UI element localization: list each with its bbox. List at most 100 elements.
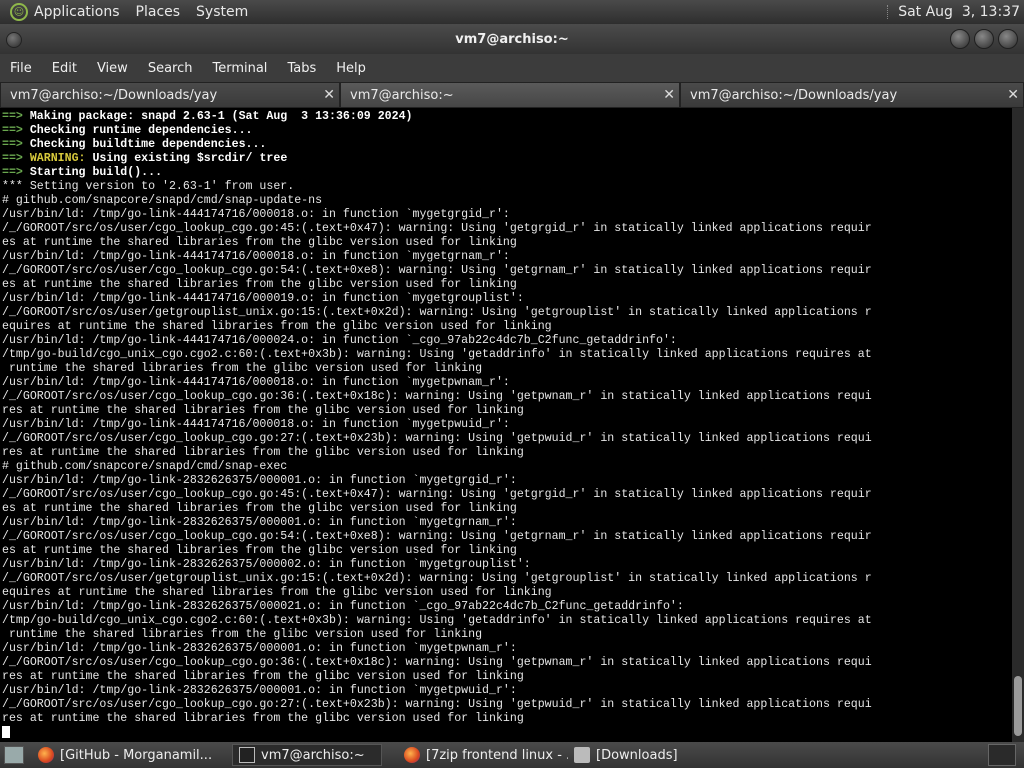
terminal-line: /usr/bin/ld: /tmp/go-link-444174716/0000…: [2, 376, 510, 389]
terminal-line: /_/GOROOT/src/os/user/cgo_lookup_cgo.go:…: [2, 432, 872, 445]
maximize-icon[interactable]: [974, 29, 994, 49]
terminal-line: res at runtime the shared libraries from…: [2, 446, 524, 459]
terminal-line: es at runtime the shared libraries from …: [2, 236, 517, 249]
terminal-text: ==> Making package: snapd 2.63-1 (Sat Au…: [0, 108, 1012, 726]
terminal-line: equires at runtime the shared libraries …: [2, 586, 552, 599]
terminal-line: /_/GOROOT/src/os/user/cgo_lookup_cgo.go:…: [2, 488, 872, 501]
prompt-arrow: ==>: [2, 110, 30, 123]
terminal-line: /_/GOROOT/src/os/user/getgrouplist_unix.…: [2, 306, 872, 319]
terminal-line: /usr/bin/ld: /tmp/go-link-444174716/0000…: [2, 292, 524, 305]
status-text: Starting build()...: [29, 166, 163, 179]
panel-clock[interactable]: Sat Aug 3, 13:37: [898, 4, 1020, 20]
distro-logo-icon[interactable]: ☺: [10, 3, 28, 21]
terminal-line: /_/GOROOT/src/os/user/getgrouplist_unix.…: [2, 572, 872, 585]
firefox-icon: [404, 747, 420, 763]
terminal-line: /usr/bin/ld: /tmp/go-link-2832626375/000…: [2, 516, 517, 529]
terminal-line: res at runtime the shared libraries from…: [2, 670, 524, 683]
terminal-line: runtime the shared libraries from the gl…: [2, 362, 483, 375]
terminal-status-line: ==> WARNING: Using existing $srcdir/ tre…: [2, 152, 287, 165]
show-desktop-icon[interactable]: [4, 746, 24, 764]
tab-downloads-yay-2[interactable]: vm7@archiso:~/Downloads/yay ✕: [680, 82, 1024, 108]
terminal-line: /usr/bin/ld: /tmp/go-link-2832626375/000…: [2, 558, 531, 571]
terminal-line: es at runtime the shared libraries from …: [2, 544, 517, 557]
taskbar-item-label: [Downloads]: [596, 747, 678, 763]
terminal-icon: [239, 747, 255, 763]
prompt-arrow: ==>: [2, 166, 30, 179]
terminal-scrollbar[interactable]: [1012, 108, 1024, 742]
terminal-line: /_/GOROOT/src/os/user/cgo_lookup_cgo.go:…: [2, 390, 872, 403]
terminal-line: es at runtime the shared libraries from …: [2, 278, 517, 291]
terminal-line: /usr/bin/ld: /tmp/go-link-2832626375/000…: [2, 474, 517, 487]
terminal-line: equires at runtime the shared libraries …: [2, 320, 552, 333]
taskbar-item-label: [7zip frontend linux - ...: [426, 747, 568, 763]
terminal-line: *** Setting version to '2.63-1' from use…: [2, 180, 295, 193]
panel-separator: [887, 5, 890, 19]
folder-icon: [574, 747, 590, 763]
terminal-line: /_/GOROOT/src/os/user/cgo_lookup_cgo.go:…: [2, 698, 872, 711]
firefox-icon: [38, 747, 54, 763]
status-text: Making package: snapd 2.63-1 (Sat Aug 3 …: [29, 110, 413, 123]
status-text: Checking runtime dependencies...: [29, 124, 253, 137]
menu-search[interactable]: Search: [138, 61, 203, 76]
terminal-line: runtime the shared libraries from the gl…: [2, 628, 483, 641]
close-window-icon[interactable]: [998, 29, 1018, 49]
tray-terminal-icon[interactable]: [988, 744, 1016, 766]
tab-bar: vm7@archiso:~/Downloads/yay ✕ vm7@archis…: [0, 82, 1024, 108]
close-icon[interactable]: ✕: [663, 87, 675, 103]
scrollbar-thumb[interactable]: [1014, 676, 1022, 736]
prompt-arrow: ==>: [2, 124, 30, 137]
tab-downloads-yay-1[interactable]: vm7@archiso:~/Downloads/yay ✕: [0, 82, 340, 108]
terminal-line: /usr/bin/ld: /tmp/go-link-2832626375/000…: [2, 642, 517, 655]
tab-label: vm7@archiso:~: [350, 87, 454, 103]
tab-label: vm7@archiso:~/Downloads/yay: [10, 87, 218, 103]
minimize-icon[interactable]: [950, 29, 970, 49]
taskbar-item-github[interactable]: [GitHub - Morganamil...: [32, 744, 232, 766]
panel-menu-system[interactable]: System: [196, 4, 248, 20]
taskbar-item-terminal[interactable]: vm7@archiso:~: [232, 744, 382, 766]
terminal-line: /usr/bin/ld: /tmp/go-link-444174716/0000…: [2, 208, 510, 221]
terminal-line: /usr/bin/ld: /tmp/go-link-2832626375/000…: [2, 600, 684, 613]
terminal-line: es at runtime the shared libraries from …: [2, 502, 517, 515]
taskbar-item-label: vm7@archiso:~: [261, 747, 365, 763]
terminal-status-line: ==> Checking buildtime dependencies...: [2, 138, 266, 151]
terminal-status-line: ==> Starting build()...: [2, 166, 162, 179]
prompt-arrow: ==>: [2, 138, 30, 151]
terminal-line: /usr/bin/ld: /tmp/go-link-444174716/0000…: [2, 334, 677, 347]
menu-file[interactable]: File: [0, 61, 42, 76]
tab-label: vm7@archiso:~/Downloads/yay: [690, 87, 898, 103]
terminal-line: # github.com/snapcore/snapd/cmd/snap-upd…: [2, 194, 323, 207]
menu-edit[interactable]: Edit: [42, 61, 87, 76]
close-icon[interactable]: ✕: [323, 87, 335, 103]
terminal-line: /_/GOROOT/src/os/user/cgo_lookup_cgo.go:…: [2, 656, 872, 669]
terminal-line: # github.com/snapcore/snapd/cmd/snap-exe…: [2, 460, 288, 473]
terminal-output[interactable]: ==> Making package: snapd 2.63-1 (Sat Au…: [0, 108, 1012, 742]
taskbar-item-7zip[interactable]: [7zip frontend linux - ...: [398, 744, 568, 766]
menu-help[interactable]: Help: [326, 61, 376, 76]
menu-tabs[interactable]: Tabs: [277, 61, 326, 76]
window-menu-icon[interactable]: [6, 32, 22, 48]
window-title: vm7@archiso:~: [455, 31, 569, 47]
terminal-line: res at runtime the shared libraries from…: [2, 404, 524, 417]
menubar: File Edit View Search Terminal Tabs Help: [0, 54, 1024, 82]
taskbar-item-downloads[interactable]: [Downloads]: [568, 744, 728, 766]
taskbar-item-label: [GitHub - Morganamil...: [60, 747, 213, 763]
terminal-line: /_/GOROOT/src/os/user/cgo_lookup_cgo.go:…: [2, 264, 872, 277]
panel-menu-applications[interactable]: Applications: [34, 4, 120, 20]
terminal-line: res at runtime the shared libraries from…: [2, 712, 524, 725]
terminal-line: /usr/bin/ld: /tmp/go-link-444174716/0000…: [2, 250, 510, 263]
taskbar: [GitHub - Morganamil... vm7@archiso:~ [7…: [0, 742, 1024, 768]
terminal-line: /tmp/go-build/cgo_unix_cgo.cgo2.c:60:(.t…: [2, 348, 872, 361]
terminal-status-line: ==> Checking runtime dependencies...: [2, 124, 252, 137]
terminal-status-line: ==> Making package: snapd 2.63-1 (Sat Au…: [2, 110, 413, 123]
menu-view[interactable]: View: [87, 61, 138, 76]
panel-menu-places[interactable]: Places: [136, 4, 181, 20]
terminal-line: /tmp/go-build/cgo_unix_cgo.cgo2.c:60:(.t…: [2, 614, 872, 627]
warning-label: WARNING:: [29, 152, 93, 165]
tab-home[interactable]: vm7@archiso:~ ✕: [340, 82, 680, 108]
menu-terminal[interactable]: Terminal: [202, 61, 277, 76]
prompt-arrow: ==>: [2, 152, 30, 165]
close-icon[interactable]: ✕: [1007, 87, 1019, 103]
terminal-line: /_/GOROOT/src/os/user/cgo_lookup_cgo.go:…: [2, 530, 872, 543]
window-titlebar[interactable]: vm7@archiso:~: [0, 24, 1024, 54]
terminal-cursor: [2, 726, 10, 738]
